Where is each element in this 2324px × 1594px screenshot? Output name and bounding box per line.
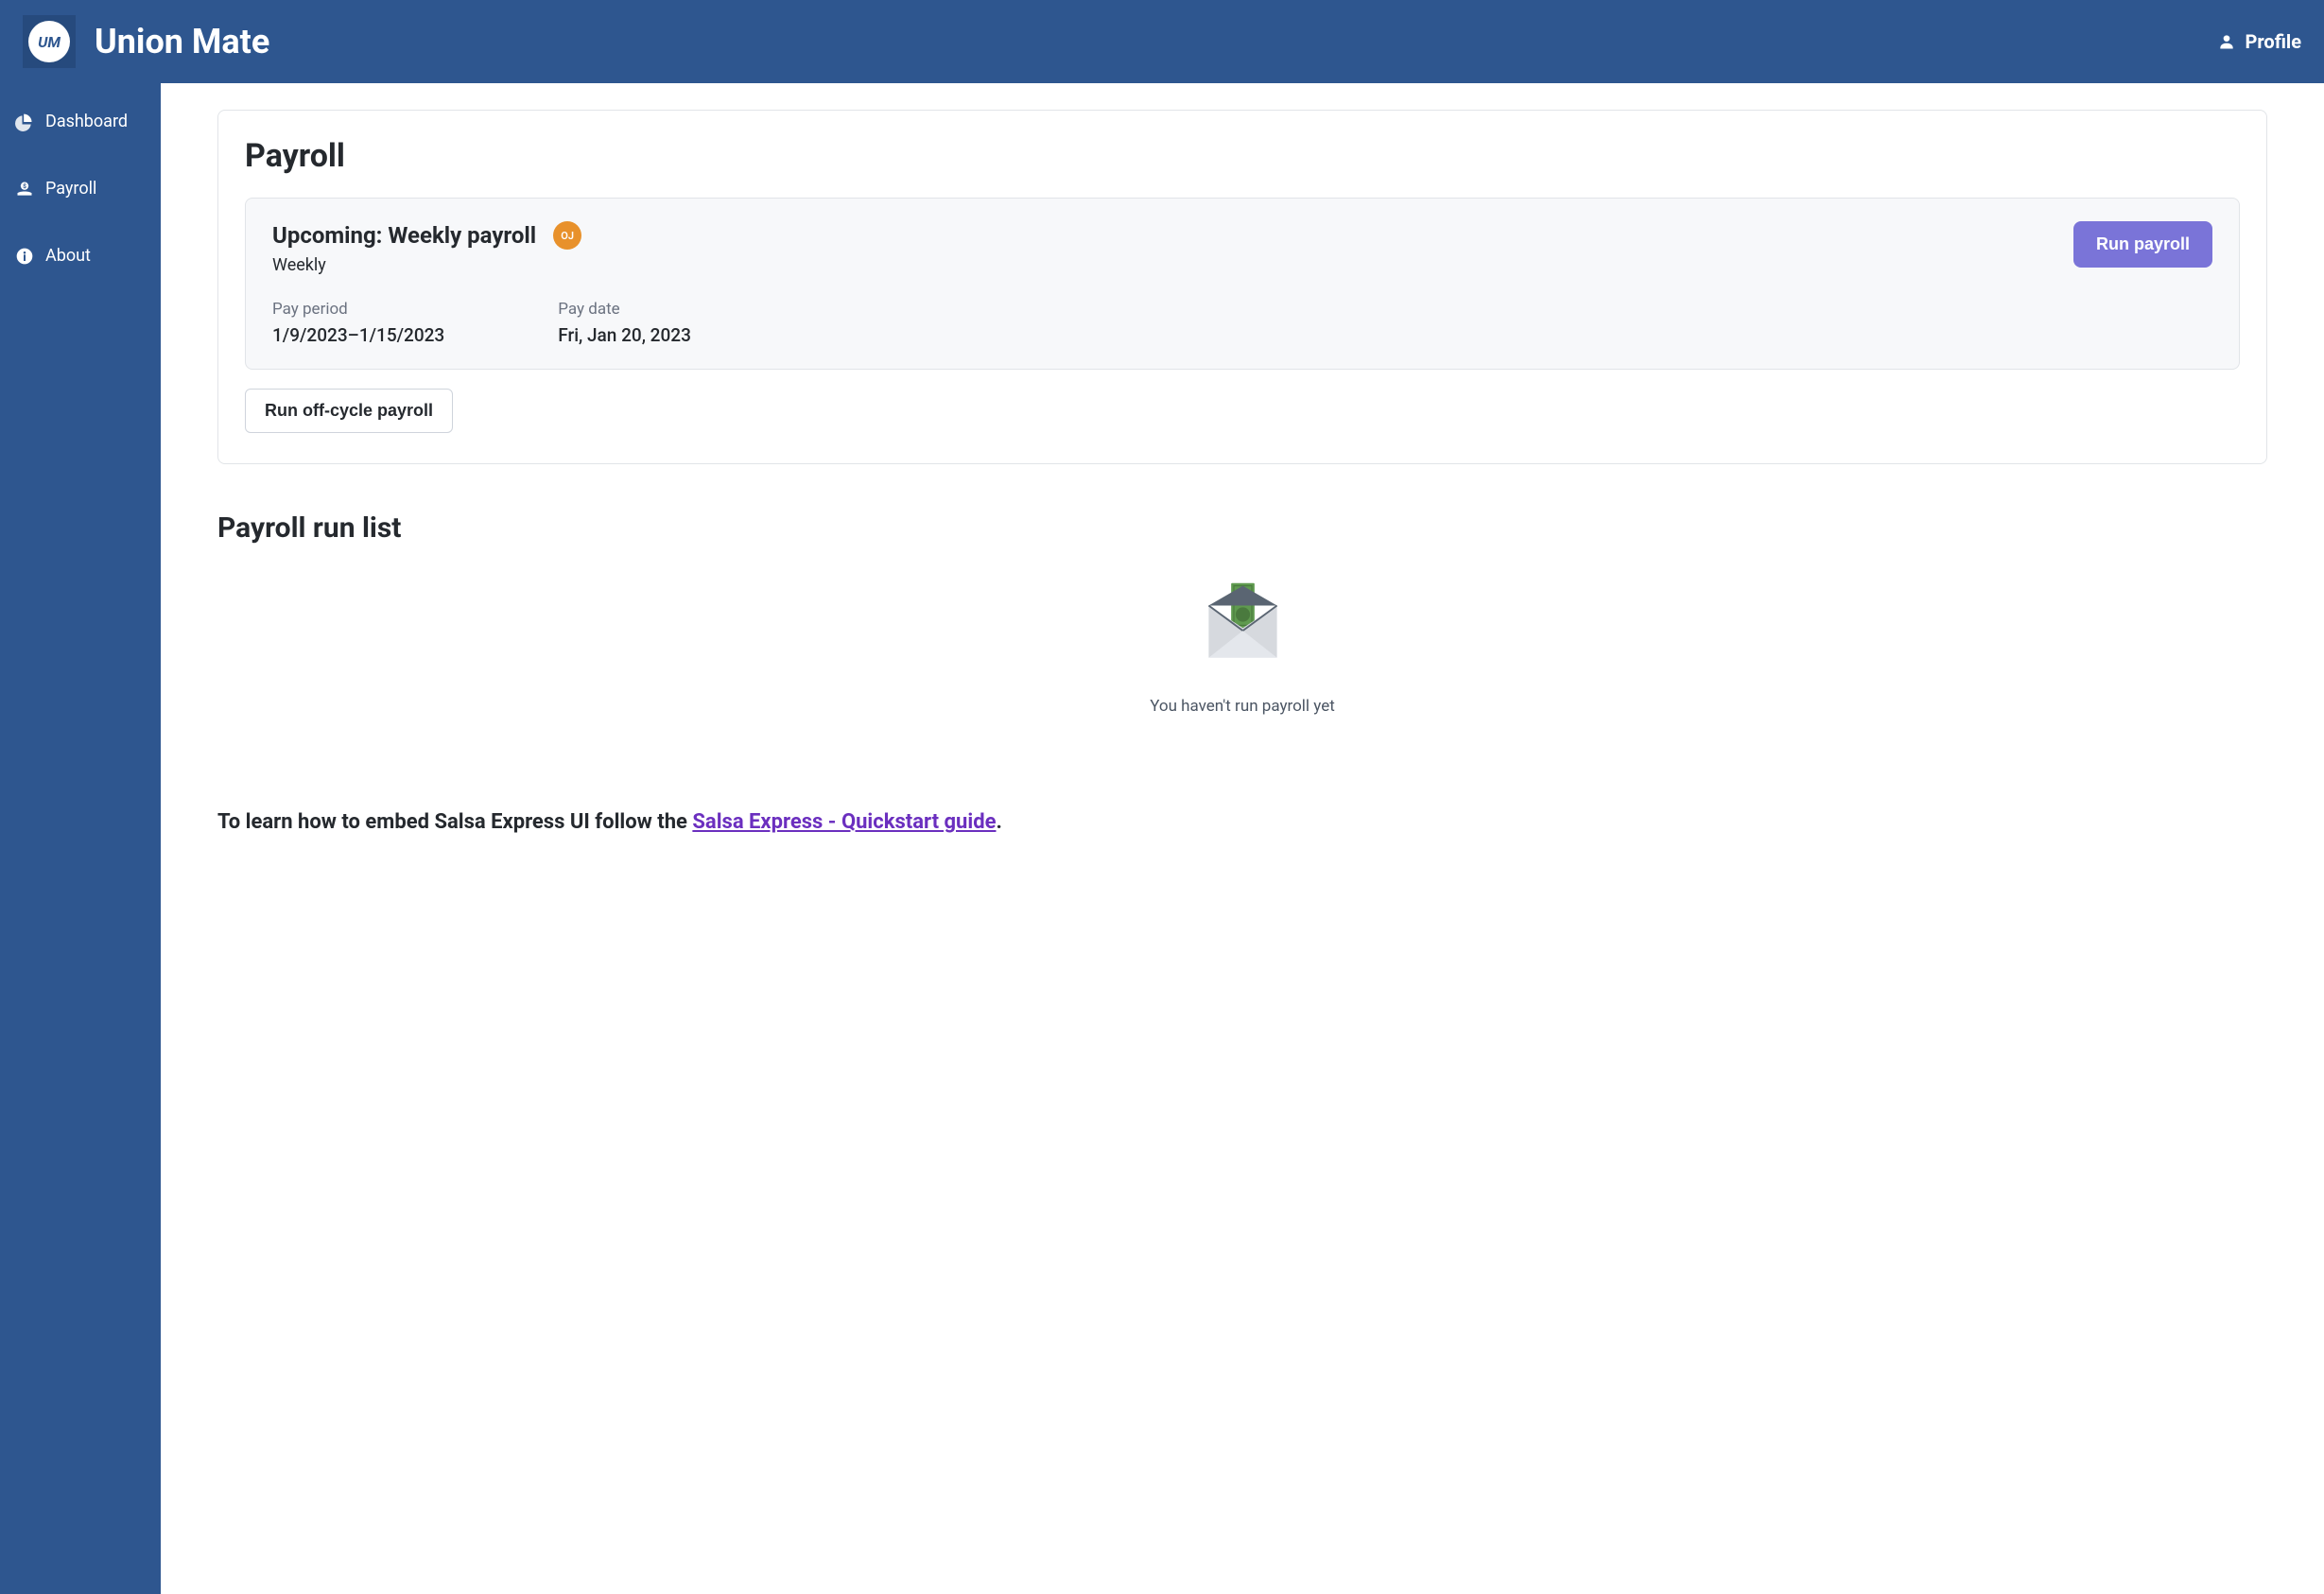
pay-period-value: 1/9/2023–1/15/2023 <box>272 324 444 346</box>
upcoming-subtitle: Weekly <box>272 255 581 275</box>
run-payroll-button[interactable]: Run payroll <box>2073 221 2212 268</box>
svg-text:$: $ <box>23 182 26 190</box>
user-icon <box>2217 32 2236 51</box>
pay-period-block: Pay period 1/9/2023–1/15/2023 <box>272 300 444 346</box>
payroll-card: Payroll Upcoming: Weekly payroll OJ Week… <box>217 110 2267 464</box>
main-content: Payroll Upcoming: Weekly payroll OJ Week… <box>161 83 2324 1594</box>
profile-label: Profile <box>2246 30 2302 53</box>
money-hand-icon: $ <box>15 180 34 199</box>
avatar-badge: OJ <box>553 221 581 250</box>
sidebar-item-label: Payroll <box>45 179 96 199</box>
sidebar-item-payroll[interactable]: $ Payroll <box>0 165 161 212</box>
upcoming-payroll-box: Upcoming: Weekly payroll OJ Weekly Run p… <box>245 198 2240 370</box>
sidebar-item-label: Dashboard <box>45 112 128 131</box>
footer-prefix: To learn how to embed Salsa Express UI f… <box>217 810 692 834</box>
pay-date-label: Pay date <box>558 300 691 319</box>
sidebar: Dashboard $ Payroll About <box>0 83 161 1594</box>
avatar-initials: OJ <box>561 230 574 242</box>
profile-link[interactable]: Profile <box>2217 30 2302 53</box>
upcoming-title: Upcoming: Weekly payroll <box>272 222 536 249</box>
upcoming-left: Upcoming: Weekly payroll OJ Weekly <box>272 221 581 275</box>
chart-pie-icon <box>15 113 34 131</box>
empty-state: You haven't run payroll yet <box>217 579 2267 716</box>
page-title: Payroll <box>245 137 2240 175</box>
sidebar-item-dashboard[interactable]: Dashboard <box>0 98 161 145</box>
logo-badge: UM <box>23 15 76 68</box>
upcoming-title-row: Upcoming: Weekly payroll OJ <box>272 221 581 250</box>
pay-date-value: Fri, Jan 20, 2023 <box>558 324 691 346</box>
run-off-cycle-button[interactable]: Run off-cycle payroll <box>245 389 453 433</box>
sidebar-item-label: About <box>45 246 91 266</box>
upcoming-header: Upcoming: Weekly payroll OJ Weekly Run p… <box>272 221 2212 275</box>
pay-date-block: Pay date Fri, Jan 20, 2023 <box>558 300 691 346</box>
quickstart-guide-link[interactable]: Salsa Express - Quickstart guide <box>692 810 996 834</box>
empty-message: You haven't run payroll yet <box>1150 697 1335 716</box>
logo-circle: UM <box>28 21 70 62</box>
info-circle-icon <box>15 247 34 266</box>
logo-text: UM <box>38 33 61 51</box>
brand-title: Union Mate <box>95 22 269 61</box>
footer-note: To learn how to embed Salsa Express UI f… <box>217 810 2267 834</box>
header-left: UM Union Mate <box>23 15 269 68</box>
run-list-title: Payroll run list <box>217 511 2267 545</box>
sidebar-item-about[interactable]: About <box>0 233 161 279</box>
footer-suffix: . <box>996 810 1001 834</box>
envelope-money-icon <box>1198 579 1288 668</box>
app-header: UM Union Mate Profile <box>0 0 2324 83</box>
pay-period-label: Pay period <box>272 300 444 319</box>
info-row: Pay period 1/9/2023–1/15/2023 Pay date F… <box>272 300 2212 346</box>
